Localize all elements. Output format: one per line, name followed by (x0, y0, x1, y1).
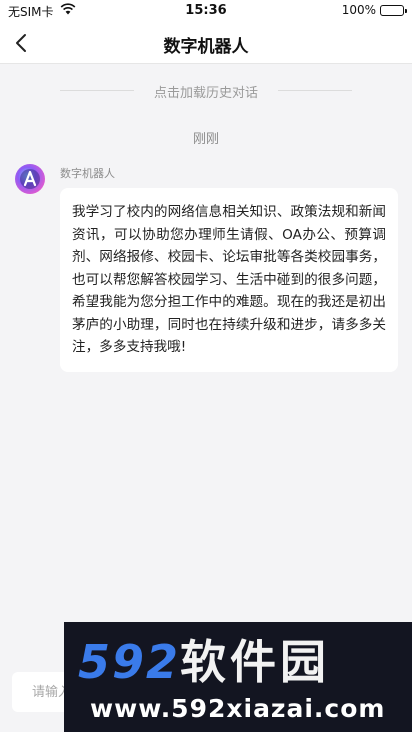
message-bubble: 我学习了校内的网络信息相关知识、政策法规和新闻资讯，可以协助您办理师生请假、OA… (60, 188, 398, 372)
status-bar: 无SIM卡 15:36 100% (0, 0, 412, 22)
battery-icon (380, 5, 407, 16)
battery-percent: 100% (341, 3, 376, 17)
page-title: 数字机器人 (163, 37, 249, 57)
sender-name: 数字机器人 (60, 167, 115, 180)
load-history-row: 点击加载历史对话 (0, 80, 412, 101)
message-timestamp: 刚刚 (192, 132, 219, 147)
watermark-logo: 592软件园 (78, 636, 330, 688)
load-history-link[interactable]: 点击加载历史对话 (0, 82, 412, 101)
nav-bar: 数字机器人 (0, 22, 412, 64)
watermark-brand-number: 592 (78, 635, 181, 689)
watermark-brand-text: 软件园 (180, 635, 331, 689)
divider-right (278, 90, 352, 91)
robot-avatar[interactable] (14, 163, 46, 195)
watermark-banner: 592软件园 www.592xiazai.com (64, 622, 412, 732)
watermark-url: www.592xiazai.com (90, 694, 386, 723)
